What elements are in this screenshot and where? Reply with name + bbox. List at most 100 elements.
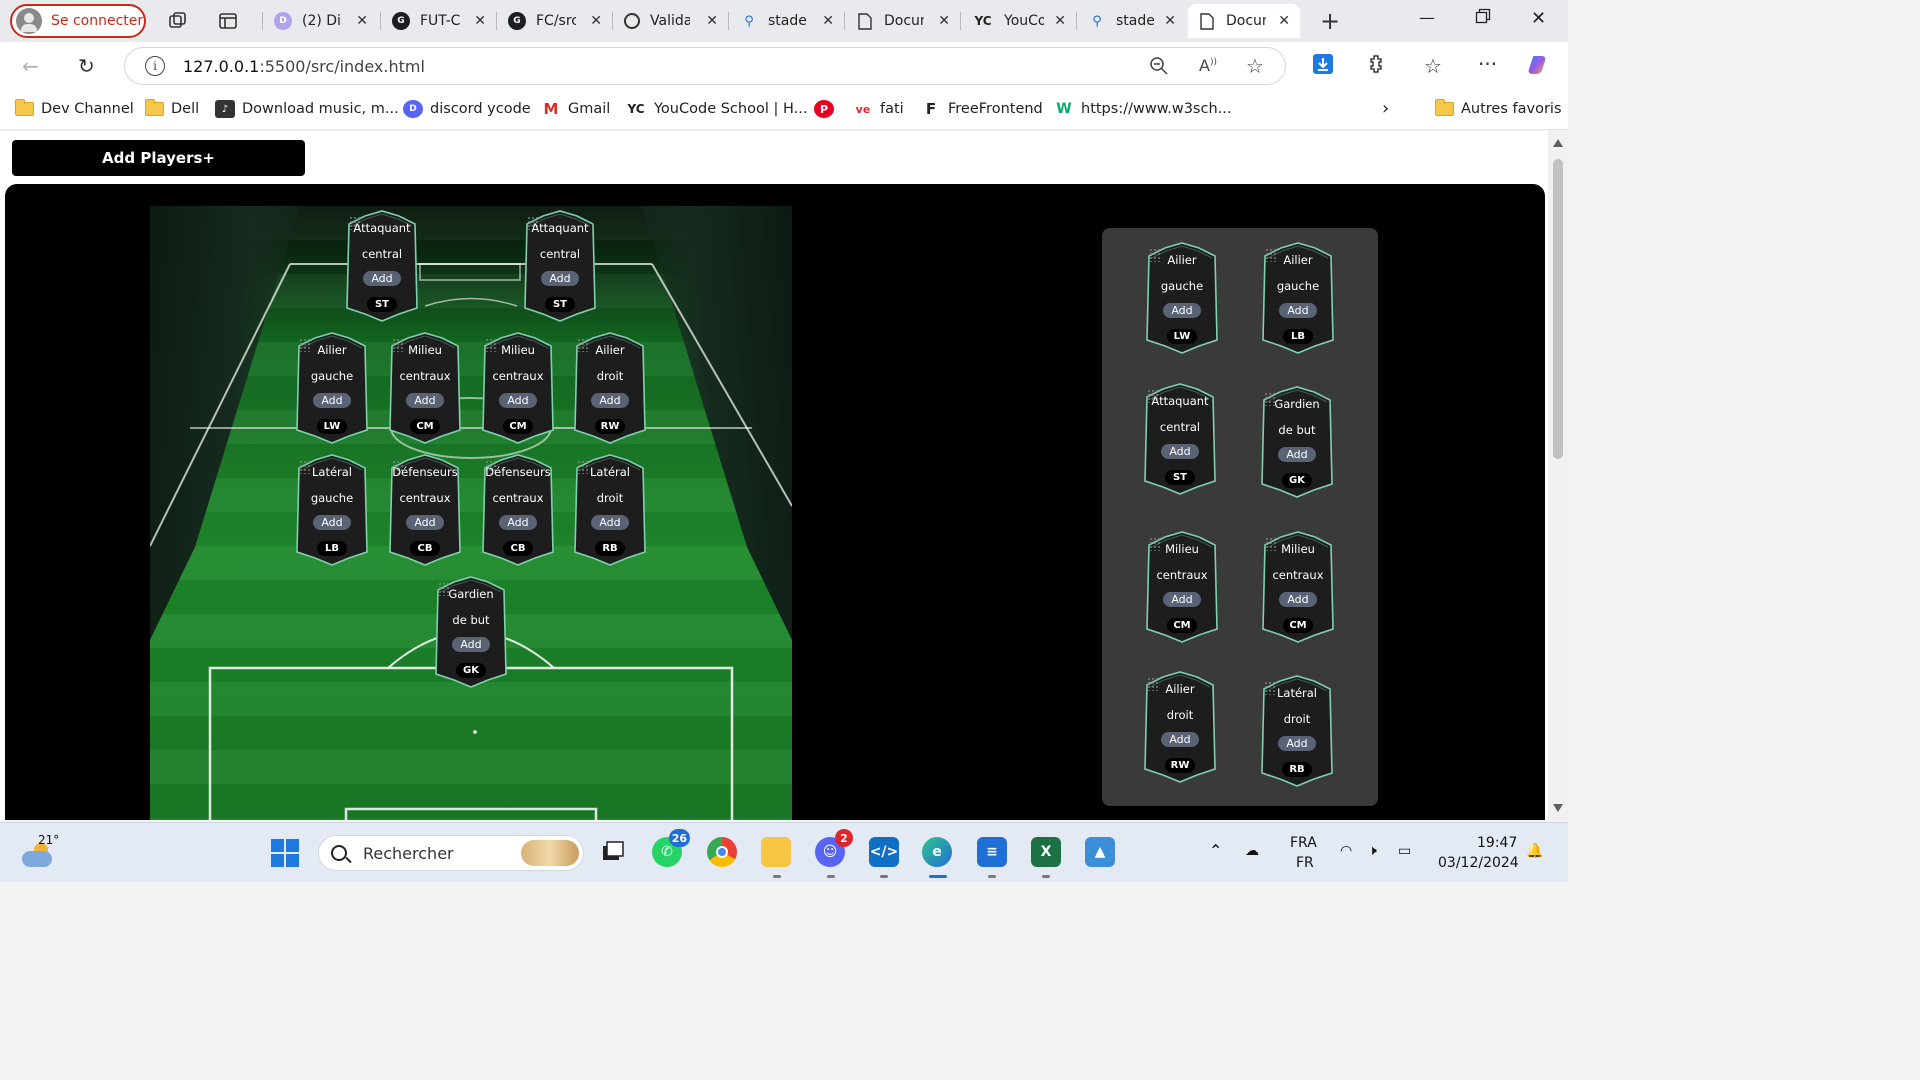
tab-search-stade-2[interactable]: ⚲ stade ✕: [1078, 4, 1186, 38]
add-player-button[interactable]: Add: [313, 515, 351, 530]
bookmark-freefrontend[interactable]: F FreeFrontend: [921, 100, 1043, 118]
player-card[interactable]: Ailier gauche Add LW: [293, 332, 371, 444]
windows-start-icon[interactable]: [271, 839, 299, 867]
close-icon[interactable]: ✕: [822, 13, 834, 29]
player-card[interactable]: Latéral gauche Add LB: [293, 454, 371, 566]
close-icon[interactable]: ✕: [1164, 13, 1176, 29]
add-player-button[interactable]: Add: [499, 515, 537, 530]
workspaces-icon[interactable]: [166, 9, 190, 33]
player-card[interactable]: Attaquant central Add ST: [343, 210, 421, 322]
add-player-button[interactable]: Add: [541, 271, 579, 286]
chrome-icon[interactable]: [707, 837, 737, 867]
add-player-button[interactable]: Add: [406, 393, 444, 408]
wifi-icon[interactable]: ◠: [1340, 843, 1352, 859]
copilot-icon[interactable]: [1527, 52, 1553, 83]
read-aloud-icon[interactable]: A)): [1199, 56, 1217, 75]
player-card[interactable]: Latéral droit Add RB: [571, 454, 649, 566]
excel-icon[interactable]: X: [1031, 837, 1061, 867]
player-card[interactable]: Attaquant central Add ST: [1141, 383, 1219, 495]
player-card[interactable]: Ailier gauche Add LB: [1259, 242, 1337, 354]
notification-bell-icon[interactable]: 🔔: [1526, 843, 1543, 859]
new-tab-icon[interactable]: +: [1318, 7, 1342, 35]
player-card[interactable]: Milieu centraux Add CM: [386, 332, 464, 444]
battery-icon[interactable]: ▭: [1398, 843, 1411, 859]
player-card[interactable]: Latéral droit Add RB: [1258, 675, 1336, 787]
add-player-button[interactable]: Add: [1279, 303, 1317, 318]
bookmark-gmail[interactable]: M Gmail: [541, 100, 611, 118]
add-player-button[interactable]: Add: [406, 515, 444, 530]
task-view-icon[interactable]: [598, 837, 628, 867]
bookmark-youcode[interactable]: YC YouCode School | H...: [625, 100, 807, 118]
scroll-up-icon[interactable]: [1553, 139, 1563, 147]
keyboard-layout[interactable]: FR: [1296, 855, 1314, 871]
player-card[interactable]: Gardien de but Add GK: [432, 576, 510, 688]
add-player-button[interactable]: Add: [499, 393, 537, 408]
restore-icon[interactable]: [1475, 8, 1491, 28]
notepad-icon[interactable]: ≡: [977, 837, 1007, 867]
add-player-button[interactable]: Add: [591, 515, 629, 530]
site-info-icon[interactable]: i: [145, 56, 165, 76]
close-icon[interactable]: ✕: [590, 13, 602, 29]
chevron-right-icon[interactable]: ›: [1382, 98, 1389, 119]
vscode-icon[interactable]: </>: [869, 837, 899, 867]
add-player-button[interactable]: Add: [1163, 592, 1201, 607]
tab-validator[interactable]: Validator ✕: [614, 4, 728, 38]
refresh-icon[interactable]: ↻: [78, 54, 95, 78]
add-player-button[interactable]: Add: [1161, 444, 1199, 459]
player-card[interactable]: Ailier gauche Add LW: [1143, 242, 1221, 354]
add-player-button[interactable]: Add: [363, 271, 401, 286]
add-player-button[interactable]: Add: [1278, 447, 1316, 462]
favorites-icon[interactable]: ☆: [1424, 54, 1442, 78]
close-icon[interactable]: ✕: [938, 13, 950, 29]
bookmark-dell[interactable]: Dell: [144, 99, 199, 118]
edge-icon[interactable]: e: [922, 837, 952, 867]
photos-icon[interactable]: ▲: [1085, 837, 1115, 867]
player-card[interactable]: Gardien de but Add GK: [1258, 386, 1336, 498]
url-text[interactable]: 127.0.0.1:5500/src/index.html: [183, 57, 425, 76]
discord-icon[interactable]: ☺ 2: [815, 829, 853, 867]
taskbar-search[interactable]: Rechercher: [318, 835, 584, 871]
close-icon[interactable]: ✕: [356, 13, 368, 29]
file-explorer-icon[interactable]: [761, 837, 791, 867]
player-card[interactable]: Défenseurs centraux Add CB: [386, 454, 464, 566]
scroll-thumb[interactable]: [1553, 159, 1563, 459]
bookmark-download-music[interactable]: ♪ Download music, m...: [215, 100, 399, 118]
tab-search-stade[interactable]: ⚲ stade ✕: [730, 4, 844, 38]
player-card[interactable]: Ailier droit Add RW: [571, 332, 649, 444]
language-indicator[interactable]: FRA: [1290, 835, 1317, 851]
tab-youcode[interactable]: YC YouCode ✕: [962, 4, 1076, 38]
add-player-button[interactable]: Add: [1163, 303, 1201, 318]
page-scrollbar[interactable]: [1548, 131, 1568, 820]
minimize-icon[interactable]: —: [1419, 8, 1435, 27]
player-card[interactable]: Défenseurs centraux Add CB: [479, 454, 557, 566]
player-card[interactable]: Ailier droit Add RW: [1141, 671, 1219, 783]
player-card[interactable]: Milieu centraux Add CM: [479, 332, 557, 444]
download-icon[interactable]: [1312, 53, 1334, 80]
add-player-button[interactable]: Add: [1278, 736, 1316, 751]
clock-time[interactable]: 19:47: [1477, 835, 1517, 851]
close-icon[interactable]: ✕: [474, 13, 486, 29]
close-icon[interactable]: ✕: [706, 13, 718, 29]
favorite-star-icon[interactable]: ☆: [1246, 54, 1264, 78]
add-players-button[interactable]: Add Players+: [12, 140, 305, 176]
player-card[interactable]: Milieu centraux Add CM: [1143, 531, 1221, 643]
bookmark-fati[interactable]: ve fati: [853, 100, 904, 118]
scroll-down-icon[interactable]: [1553, 804, 1563, 812]
close-icon[interactable]: ✕: [1278, 13, 1290, 29]
tab-github-src[interactable]: G FC/src ✕: [498, 4, 612, 38]
add-player-button[interactable]: Add: [313, 393, 351, 408]
weather-widget[interactable]: 21°: [20, 833, 60, 873]
player-card[interactable]: Attaquant central Add ST: [521, 210, 599, 322]
add-player-button[interactable]: Add: [1279, 592, 1317, 607]
url-field[interactable]: i 127.0.0.1:5500/src/index.html A)) ☆: [124, 47, 1286, 85]
tab-document[interactable]: Document ✕: [846, 4, 960, 38]
volume-muted-icon[interactable]: 🕨: [1368, 843, 1377, 859]
add-player-button[interactable]: Add: [452, 637, 490, 652]
add-player-button[interactable]: Add: [1161, 732, 1199, 747]
profile-button[interactable]: Se connecter: [10, 4, 146, 38]
close-icon[interactable]: ✕: [1054, 13, 1066, 29]
chevron-up-icon[interactable]: ⌃: [1209, 841, 1222, 860]
zoom-out-icon[interactable]: [1149, 56, 1169, 81]
close-window-icon[interactable]: ✕: [1531, 8, 1546, 29]
add-player-button[interactable]: Add: [591, 393, 629, 408]
